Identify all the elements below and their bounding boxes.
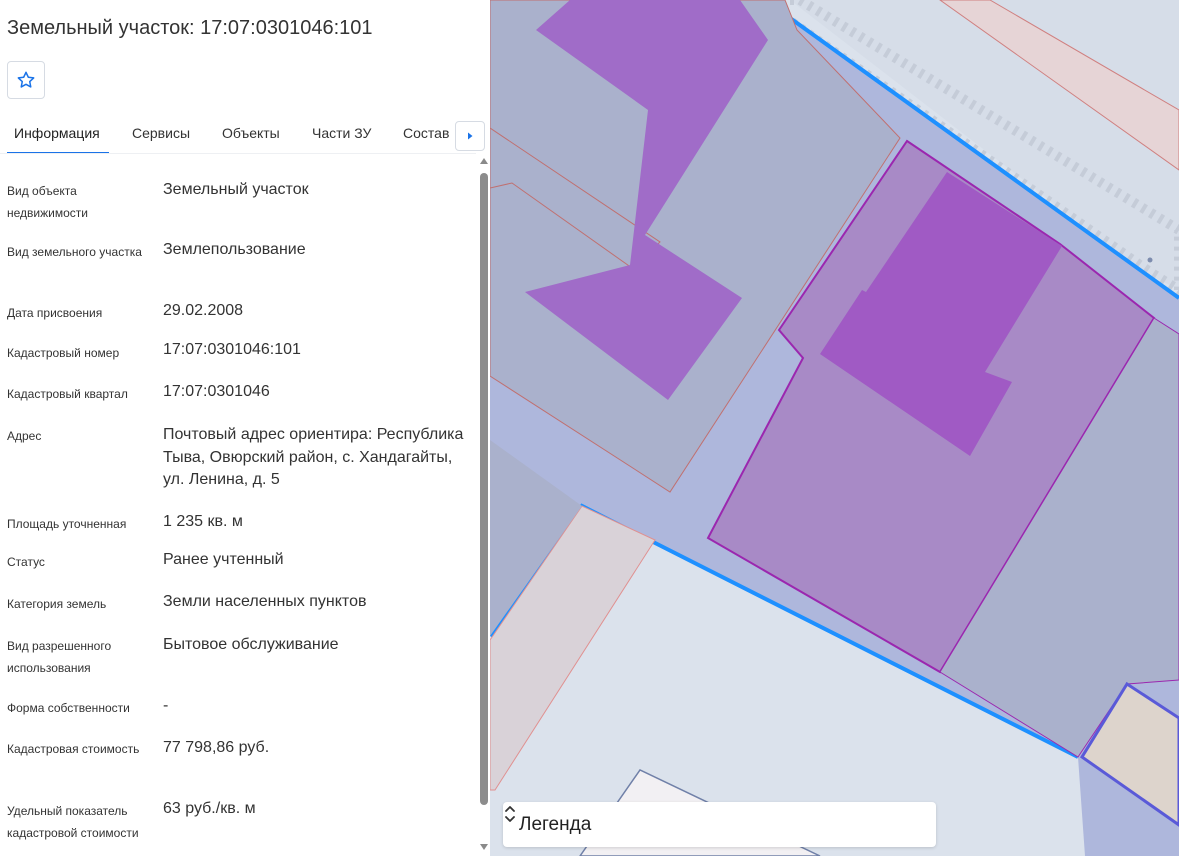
value-cadastral-number: 17:07:0301046:101 — [163, 341, 301, 358]
tabs-divider — [0, 153, 476, 154]
legend-selector[interactable]: Легенда — [503, 802, 936, 847]
caret-right-icon — [468, 132, 473, 140]
value-ownership: - — [163, 697, 169, 714]
scroll-up-arrow-icon[interactable] — [480, 158, 488, 164]
favorite-button[interactable] — [7, 61, 45, 99]
panel-scrollbar[interactable] — [478, 156, 490, 856]
chevron-up-down-icon[interactable] — [503, 802, 517, 826]
label-land-category: Категория земель — [7, 597, 107, 611]
tab-information[interactable]: Информация — [14, 125, 100, 141]
scroll-down-arrow-icon[interactable] — [480, 844, 488, 850]
value-cadastral-value: 77 798,86 руб. — [163, 739, 270, 756]
value-address: Почтовый адрес ориентира: Республика Тыв… — [163, 426, 464, 488]
tabs-scroll-right-button[interactable] — [455, 121, 485, 151]
label-cadastral-value: Кадастровая стоимость — [7, 742, 140, 756]
value-assign-date: 29.02.2008 — [163, 302, 244, 319]
label-land-type: Вид земельного участка — [7, 245, 142, 259]
label-ownership: Форма собственности — [7, 701, 130, 715]
tab-composition[interactable]: Состав — [403, 125, 449, 141]
tab-parcel-parts[interactable]: Части ЗУ — [312, 125, 371, 141]
value-area: 1 235 кв. м — [163, 513, 243, 530]
tab-services[interactable]: Сервисы — [132, 125, 190, 141]
value-object-type: Земельный участок — [163, 181, 309, 198]
scrollbar-thumb[interactable] — [480, 173, 488, 805]
value-cadastral-quarter: 17:07:0301046 — [163, 383, 270, 400]
map-point-marker — [1147, 257, 1153, 263]
value-permitted-use: Бытовое обслуживание — [163, 636, 339, 653]
label-cadastral-number: Кадастровый номер — [7, 346, 120, 360]
label-specific-value: Удельный показатель кадастровой стоимост… — [7, 804, 139, 840]
tab-bar: Информация Сервисы Объекты Части ЗУ Сост… — [0, 115, 490, 155]
map-canvas[interactable] — [490, 0, 1179, 856]
label-assign-date: Дата присвоения — [7, 306, 103, 320]
label-permitted-use: Вид разрешенного использования — [7, 639, 112, 675]
label-status: Статус — [7, 555, 45, 569]
info-panel: Земельный участок: 17:07:0301046:101 Инф… — [0, 0, 490, 856]
value-land-category: Земли населенных пунктов — [163, 593, 367, 610]
value-status: Ранее учтенный — [163, 551, 284, 568]
star-outline-icon — [17, 71, 35, 88]
value-land-type: Землепользование — [163, 241, 306, 258]
label-area: Площадь уточненная — [7, 517, 127, 531]
value-specific-value: 63 руб./кв. м — [163, 800, 256, 817]
label-object-type: Вид объекта недвижимости — [7, 184, 88, 220]
legend-label: Легенда — [519, 814, 592, 835]
tab-objects[interactable]: Объекты — [222, 125, 280, 141]
cadastral-map[interactable]: Легенда — [490, 0, 1179, 856]
label-cadastral-quarter: Кадастровый квартал — [7, 387, 128, 401]
label-address: Адрес — [7, 429, 42, 443]
page-title: Земельный участок: 17:07:0301046:101 — [7, 17, 373, 39]
